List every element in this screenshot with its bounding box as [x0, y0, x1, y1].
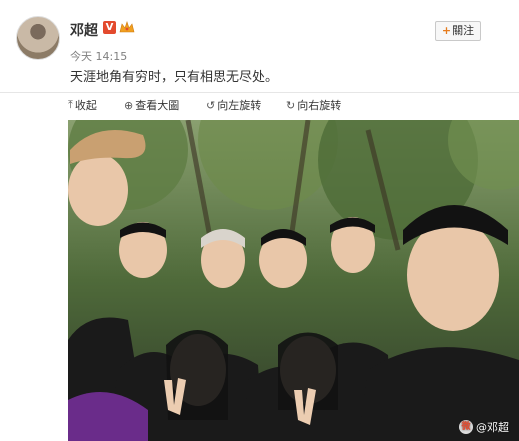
zoom-icon: ⊕ — [124, 98, 134, 112]
post-photo[interactable]: 微 @邓超 — [68, 120, 519, 441]
member-icon[interactable] — [119, 20, 135, 34]
username[interactable]: 邓超 — [70, 20, 98, 40]
rotate-right-button[interactable]: ↻ 向右旋转 — [286, 97, 341, 113]
post-header: 邓超 V 今天 14:15 天涯地角有穷时，只有相思无尽处。 +關注 — [0, 0, 519, 92]
watermark-text: @邓超 — [476, 421, 509, 434]
rotate-left-icon: ↺ — [206, 98, 216, 112]
post-text: 天涯地角有穷时，只有相思无尽处。 — [70, 70, 279, 85]
rotate-right-label: 向右旋转 — [297, 99, 342, 112]
avatar[interactable] — [16, 16, 60, 60]
collapse-label: 收起 — [74, 99, 97, 112]
rotate-left-button[interactable]: ↺ 向左旋转 — [206, 97, 261, 113]
watermark: 微 @邓超 — [459, 419, 509, 435]
rotate-right-icon: ↻ — [286, 98, 296, 112]
plus-icon: + — [441, 24, 452, 37]
collapse-button[interactable]: ⤒ 收起 — [68, 97, 97, 113]
group-photo-image — [68, 120, 519, 441]
image-toolbar: ⤒ 收起 ⊕ 查看大圖 ↺ 向左旋转 ↻ 向右旋转 — [0, 93, 519, 119]
collapse-icon: ⤒ — [68, 98, 73, 111]
rotate-left-label: 向左旋转 — [217, 99, 262, 112]
weibo-logo-icon: 微 — [459, 420, 473, 434]
post-timestamp[interactable]: 今天 14:15 — [70, 48, 127, 64]
view-large-button[interactable]: ⊕ 查看大圖 — [124, 97, 179, 113]
verified-icon: V — [103, 21, 116, 34]
follow-label: 關注 — [452, 24, 475, 37]
view-large-label: 查看大圖 — [135, 99, 180, 112]
follow-button[interactable]: +關注 — [435, 21, 481, 41]
